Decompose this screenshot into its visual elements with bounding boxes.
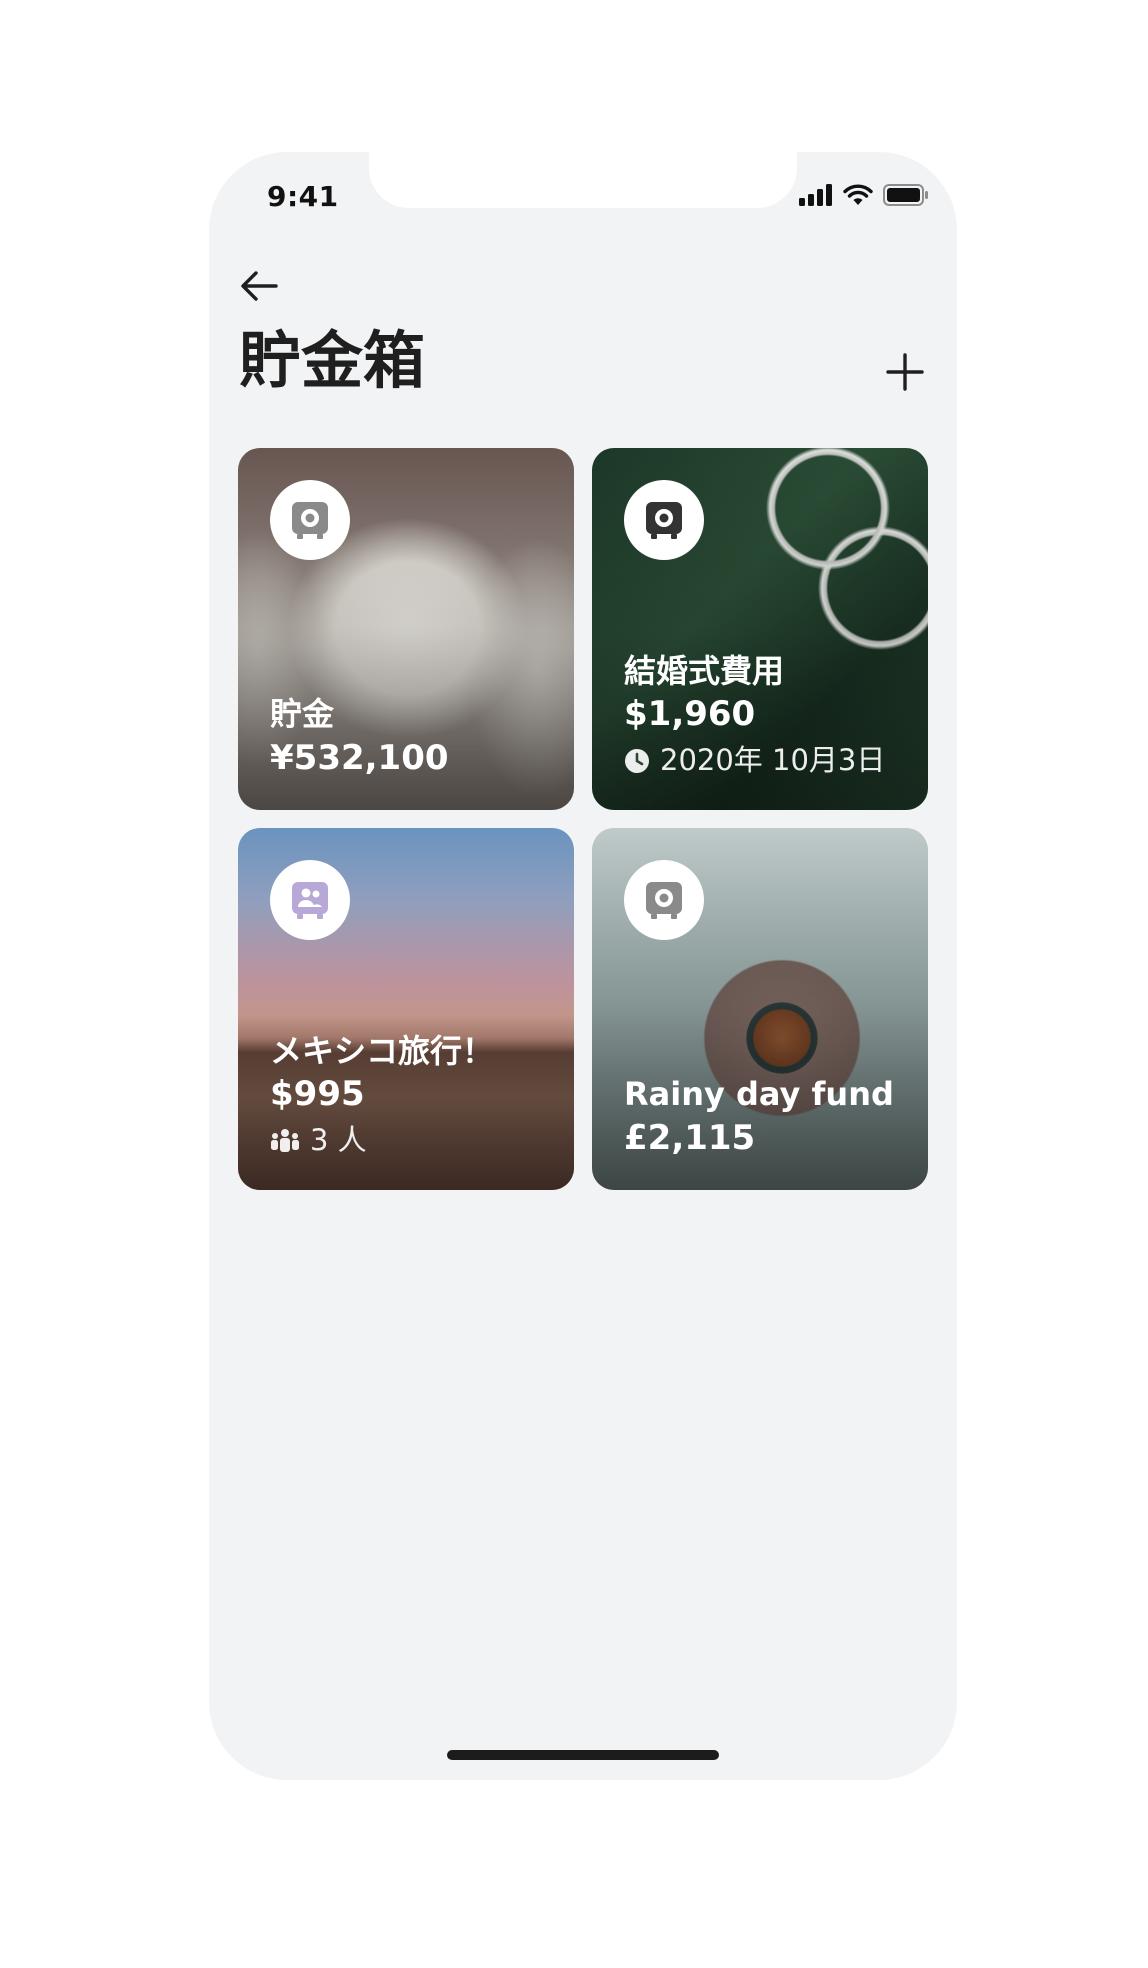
arrow-left-icon bbox=[241, 271, 278, 301]
card-name: 結婚式費用 bbox=[624, 651, 785, 690]
shared-safe-icon bbox=[270, 860, 350, 940]
home-indicator[interactable] bbox=[447, 1750, 719, 1760]
status-icons bbox=[799, 184, 929, 206]
safe-icon bbox=[624, 480, 704, 560]
savings-card[interactable]: 結婚式費用 $1,960 2020年 10月3日 bbox=[592, 448, 928, 810]
back-button[interactable] bbox=[235, 262, 283, 310]
phone-screen: 9:41 貯金箱 貯金 ¥532,100 結婚式費用 $1,960 2020年 … bbox=[209, 152, 957, 1780]
card-members: 3 人 bbox=[270, 1122, 560, 1160]
card-name: Rainy day fund bbox=[624, 1075, 894, 1114]
add-button[interactable] bbox=[877, 344, 933, 400]
clock-icon bbox=[625, 749, 649, 774]
people-icon bbox=[271, 1129, 299, 1153]
status-time: 9:41 bbox=[267, 180, 339, 213]
card-name: メキシコ旅行！ bbox=[270, 1031, 495, 1070]
card-meta-text: 3 人 bbox=[310, 1123, 367, 1158]
card-target-date: 2020年 10月3日 bbox=[624, 742, 914, 780]
savings-card[interactable]: Rainy day fund £2,115 bbox=[592, 828, 928, 1190]
card-amount: $995 bbox=[270, 1074, 365, 1115]
savings-card[interactable]: メキシコ旅行！ $995 3 人 bbox=[238, 828, 574, 1190]
card-name: 貯金 bbox=[270, 695, 335, 734]
safe-icon bbox=[270, 480, 350, 560]
safe-icon bbox=[624, 860, 704, 940]
card-amount: £2,115 bbox=[624, 1117, 756, 1158]
battery-icon bbox=[883, 184, 928, 206]
signal-icon bbox=[799, 184, 832, 206]
savings-card[interactable]: 貯金 ¥532,100 bbox=[238, 448, 574, 810]
notch bbox=[369, 152, 797, 208]
page-title: 貯金箱 bbox=[239, 324, 426, 397]
savings-grid: 貯金 ¥532,100 結婚式費用 $1,960 2020年 10月3日 メキシ… bbox=[238, 448, 928, 1190]
card-amount: ¥532,100 bbox=[270, 737, 449, 778]
card-amount: $1,960 bbox=[624, 694, 756, 735]
plus-icon bbox=[886, 353, 924, 391]
wifi-icon bbox=[843, 184, 873, 205]
card-meta-text: 2020年 10月3日 bbox=[660, 743, 886, 778]
